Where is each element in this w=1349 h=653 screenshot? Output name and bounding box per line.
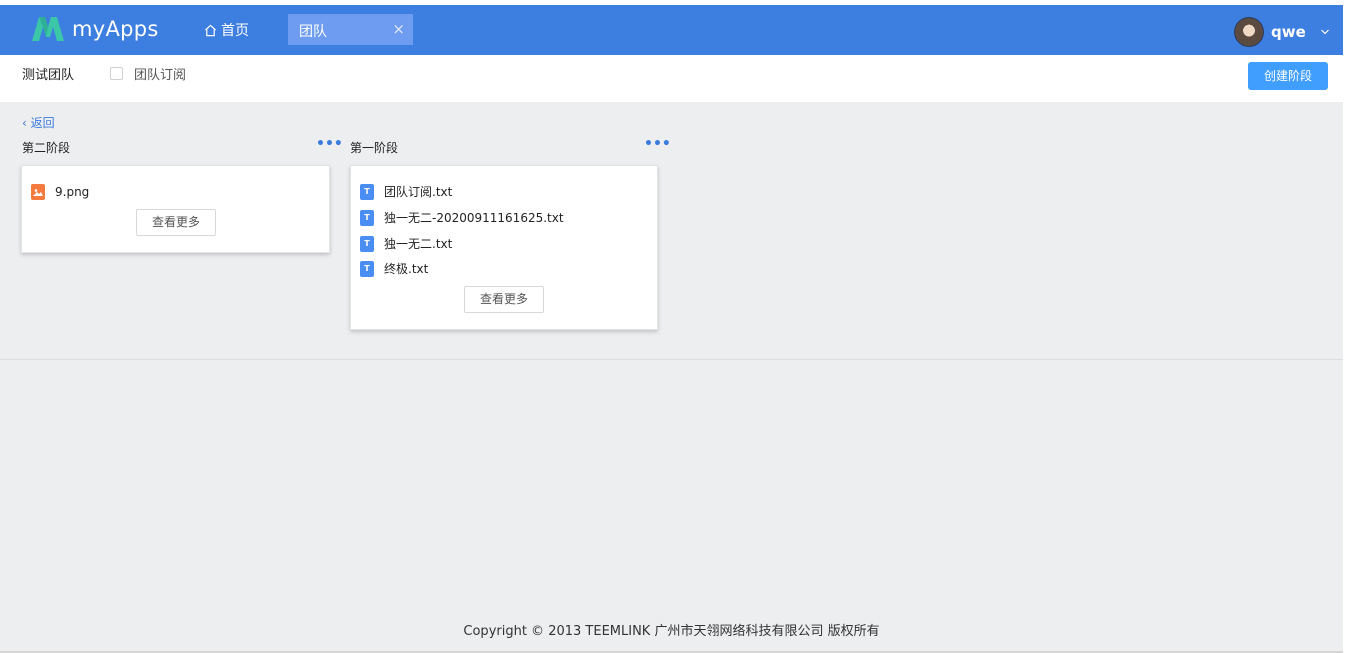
team-name: 测试团队 — [22, 68, 75, 83]
file-name: 终极.txt — [384, 262, 429, 276]
file-item[interactable]: 9.png — [31, 184, 89, 200]
stage-menu-icon[interactable]: ••• — [316, 136, 343, 152]
file-name: 9.png — [55, 185, 90, 199]
logo-m-icon — [32, 17, 64, 41]
file-name: 团队订阅.txt — [384, 185, 453, 199]
stage-menu-icon[interactable]: ••• — [644, 136, 671, 152]
stage-title: 第二阶段 — [22, 141, 71, 155]
user-name: qwe — [1271, 23, 1306, 41]
file-item[interactable]: T 独一无二-20200911161625.txt — [360, 209, 564, 226]
file-name: 独一无二.txt — [384, 237, 453, 251]
tab-team-label: 团队 — [299, 24, 327, 40]
text-file-icon: T — [360, 260, 374, 277]
stage-card: 9.png 查看更多 — [21, 165, 330, 253]
view-more-button[interactable]: 查看更多 — [136, 209, 216, 236]
team-header: 测试团队 团队订阅 创建阶段 — [0, 55, 1343, 102]
team-subscribe-toggle[interactable]: 团队订阅 — [110, 64, 186, 83]
avatar[interactable] — [1234, 17, 1264, 47]
nav-home-label: 首页 — [221, 23, 249, 39]
tab-close-icon[interactable]: × — [392, 20, 405, 38]
back-link[interactable]: ‹ 返回 — [22, 114, 55, 131]
tab-team[interactable]: 团队 × — [288, 14, 413, 45]
stage-title: 第一阶段 — [350, 141, 399, 155]
view-more-button[interactable]: 查看更多 — [464, 286, 544, 313]
footer-copyright: Copyright © 2013 TEEMLINK 广州市天翎网络科技有限公司 … — [463, 624, 880, 639]
top-navbar: myApps 首页 团队 × qwe — [0, 5, 1343, 55]
home-icon — [204, 24, 217, 36]
subscribe-label: 团队订阅 — [134, 68, 187, 83]
text-file-icon: T — [360, 209, 374, 226]
scrollbar-track[interactable] — [1343, 5, 1349, 653]
subscribe-checkbox[interactable] — [110, 67, 123, 80]
image-file-icon — [31, 184, 45, 200]
chevron-down-icon[interactable] — [1320, 27, 1330, 37]
file-name: 独一无二-20200911161625.txt — [384, 211, 564, 225]
stage-card: T 团队订阅.txt T 独一无二-20200911161625.txt T 独… — [350, 165, 658, 330]
file-item[interactable]: T 终极.txt — [360, 260, 428, 277]
create-stage-button[interactable]: 创建阶段 — [1248, 62, 1328, 90]
file-item[interactable]: T 独一无二.txt — [360, 235, 452, 252]
text-file-icon: T — [360, 183, 374, 200]
stages-board: ‹ 返回 第二阶段 ••• 9.png 查看更多 第一阶段 ••• T 团队订阅… — [0, 102, 1343, 360]
app-logo[interactable]: myApps — [30, 15, 159, 43]
chevron-left-icon: ‹ — [22, 116, 31, 130]
nav-home[interactable]: 首页 — [204, 20, 249, 40]
app-name: myApps — [72, 17, 159, 41]
user-menu[interactable]: qwe — [1234, 17, 1330, 47]
back-label: 返回 — [30, 116, 55, 130]
file-item[interactable]: T 团队订阅.txt — [360, 183, 452, 200]
text-file-icon: T — [360, 235, 374, 252]
